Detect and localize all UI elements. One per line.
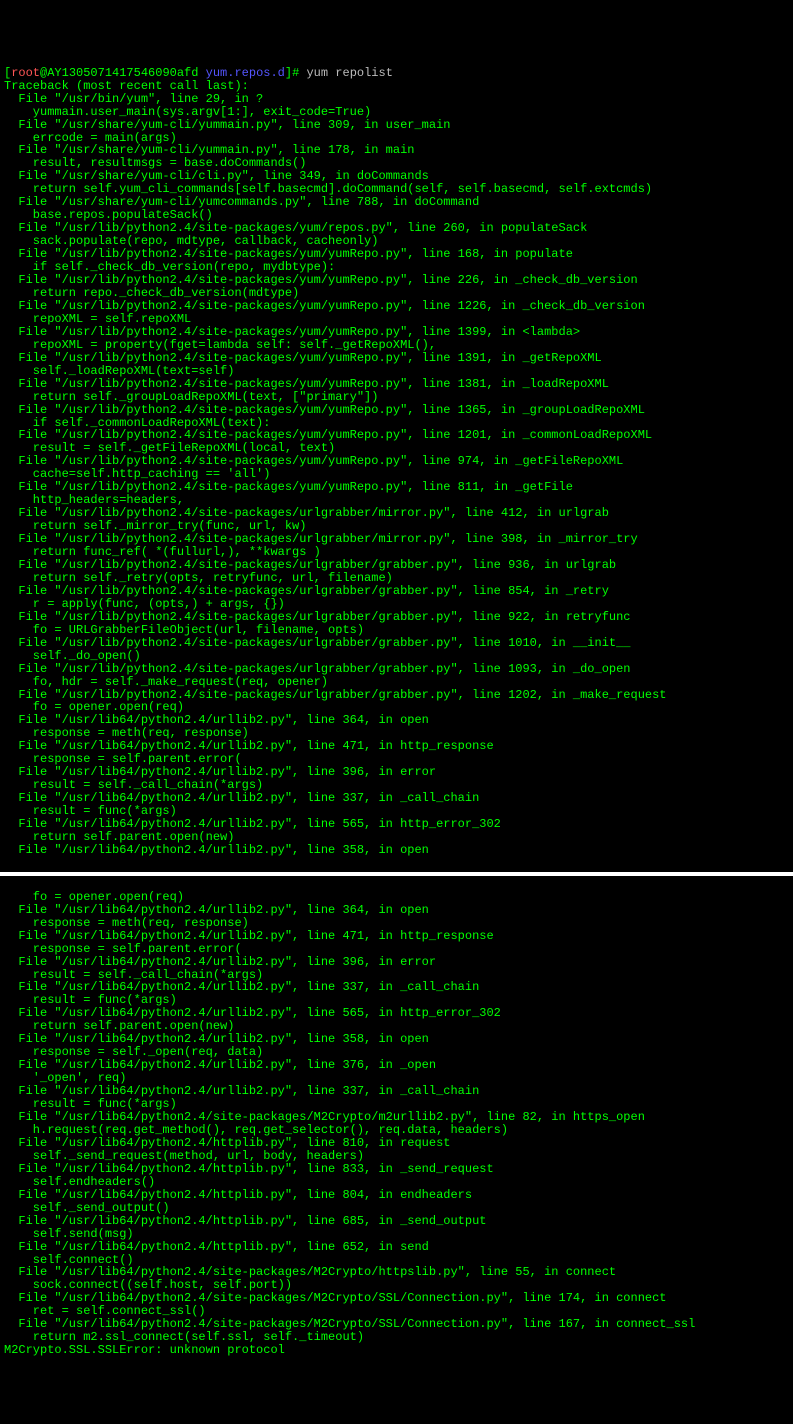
traceback-line: File "/usr/lib64/python2.4/urllib2.py", … — [4, 904, 789, 917]
traceback-line: File "/usr/lib64/python2.4/httplib.py", … — [4, 1189, 789, 1202]
terminal-pane-1: [root@AY1305071417546090afd yum.repos.d]… — [0, 52, 793, 859]
traceback-line: File "/usr/lib64/python2.4/urllib2.py", … — [4, 844, 789, 857]
traceback-line: File "/usr/lib/python2.4/site-packages/y… — [4, 378, 789, 391]
traceback-line: yummain.user_main(sys.argv[1:], exit_cod… — [4, 106, 789, 119]
traceback-line: fo = opener.open(req) — [4, 891, 789, 904]
traceback-line: File "/usr/lib/python2.4/site-packages/y… — [4, 352, 789, 365]
traceback-line: self._send_request(method, url, body, he… — [4, 1150, 789, 1163]
prompt-close: ]# — [285, 66, 307, 80]
traceback-line: Traceback (most recent call last): — [4, 80, 789, 93]
prompt-user: root — [11, 66, 40, 80]
traceback-line: File "/usr/lib/python2.4/site-packages/u… — [4, 585, 789, 598]
prompt-host: AY1305071417546090afd — [47, 66, 198, 80]
traceback-line: return self.parent.open(new) — [4, 831, 789, 844]
terminal-pane-2: fo = opener.open(req) File "/usr/lib64/p… — [0, 889, 793, 1359]
traceback-line: response = meth(req, response) — [4, 917, 789, 930]
traceback-line: self._do_open() — [4, 650, 789, 663]
traceback-line: h.request(req.get_method(), req.get_sele… — [4, 1124, 789, 1137]
traceback-line: File "/usr/lib64/python2.4/site-packages… — [4, 1266, 789, 1279]
traceback-line: fo = URLGrabberFileObject(url, filename,… — [4, 624, 789, 637]
traceback-line: repoXML = self.repoXML — [4, 313, 789, 326]
prompt-space — [198, 66, 205, 80]
traceback-line: File "/usr/lib/python2.4/site-packages/y… — [4, 404, 789, 417]
traceback-line: self.send(msg) — [4, 1228, 789, 1241]
traceback-line: return self._groupLoadRepoXML(text, ["pr… — [4, 391, 789, 404]
traceback-line: File "/usr/lib/python2.4/site-packages/y… — [4, 300, 789, 313]
traceback-line: File "/usr/bin/yum", line 29, in ? — [4, 93, 789, 106]
pane-separator — [0, 872, 793, 876]
traceback-line: File "/usr/lib64/python2.4/httplib.py", … — [4, 1163, 789, 1176]
traceback-line: fo, hdr = self._make_request(req, opener… — [4, 676, 789, 689]
command-text[interactable]: yum repolist — [306, 66, 392, 80]
traceback-line: File "/usr/lib64/python2.4/site-packages… — [4, 1292, 789, 1305]
traceback-line: File "/usr/lib/python2.4/site-packages/u… — [4, 637, 789, 650]
traceback-line: self._send_output() — [4, 1202, 789, 1215]
traceback-line: File "/usr/lib64/python2.4/site-packages… — [4, 1318, 789, 1331]
traceback-line: File "/usr/share/yum-cli/yummain.py", li… — [4, 119, 789, 132]
traceback-line: return repo._check_db_version(mdtype) — [4, 287, 789, 300]
traceback-line: File "/usr/lib64/python2.4/urllib2.py", … — [4, 930, 789, 943]
traceback-line: return self._retry(opts, retryfunc, url,… — [4, 572, 789, 585]
traceback-line: File "/usr/lib64/python2.4/httplib.py", … — [4, 1137, 789, 1150]
traceback-line: File "/usr/lib/python2.4/site-packages/u… — [4, 611, 789, 624]
traceback-line: File "/usr/lib/python2.4/site-packages/u… — [4, 559, 789, 572]
traceback-line: sock.connect((self.host, self.port)) — [4, 1279, 789, 1292]
traceback-line: ret = self.connect_ssl() — [4, 1305, 789, 1318]
traceback-line: M2Crypto.SSL.SSLError: unknown protocol — [4, 1344, 789, 1357]
traceback-line: self._loadRepoXML(text=self) — [4, 365, 789, 378]
traceback-line: self.endheaders() — [4, 1176, 789, 1189]
traceback-line: File "/usr/lib/python2.4/site-packages/y… — [4, 326, 789, 339]
traceback-line: return m2.ssl_connect(self.ssl, self._ti… — [4, 1331, 789, 1344]
traceback-line: r = apply(func, (opts,) + args, {}) — [4, 598, 789, 611]
traceback-line: File "/usr/lib64/python2.4/httplib.py", … — [4, 1241, 789, 1254]
traceback-line: File "/usr/lib/python2.4/site-packages/u… — [4, 663, 789, 676]
prompt-dir: yum.repos.d — [206, 66, 285, 80]
traceback-line: File "/usr/lib64/python2.4/urllib2.py", … — [4, 956, 789, 969]
traceback-line: File "/usr/lib64/python2.4/httplib.py", … — [4, 1215, 789, 1228]
traceback-line: response = self.parent.error( — [4, 943, 789, 956]
traceback-line: repoXML = property(fget=lambda self: sel… — [4, 339, 789, 352]
